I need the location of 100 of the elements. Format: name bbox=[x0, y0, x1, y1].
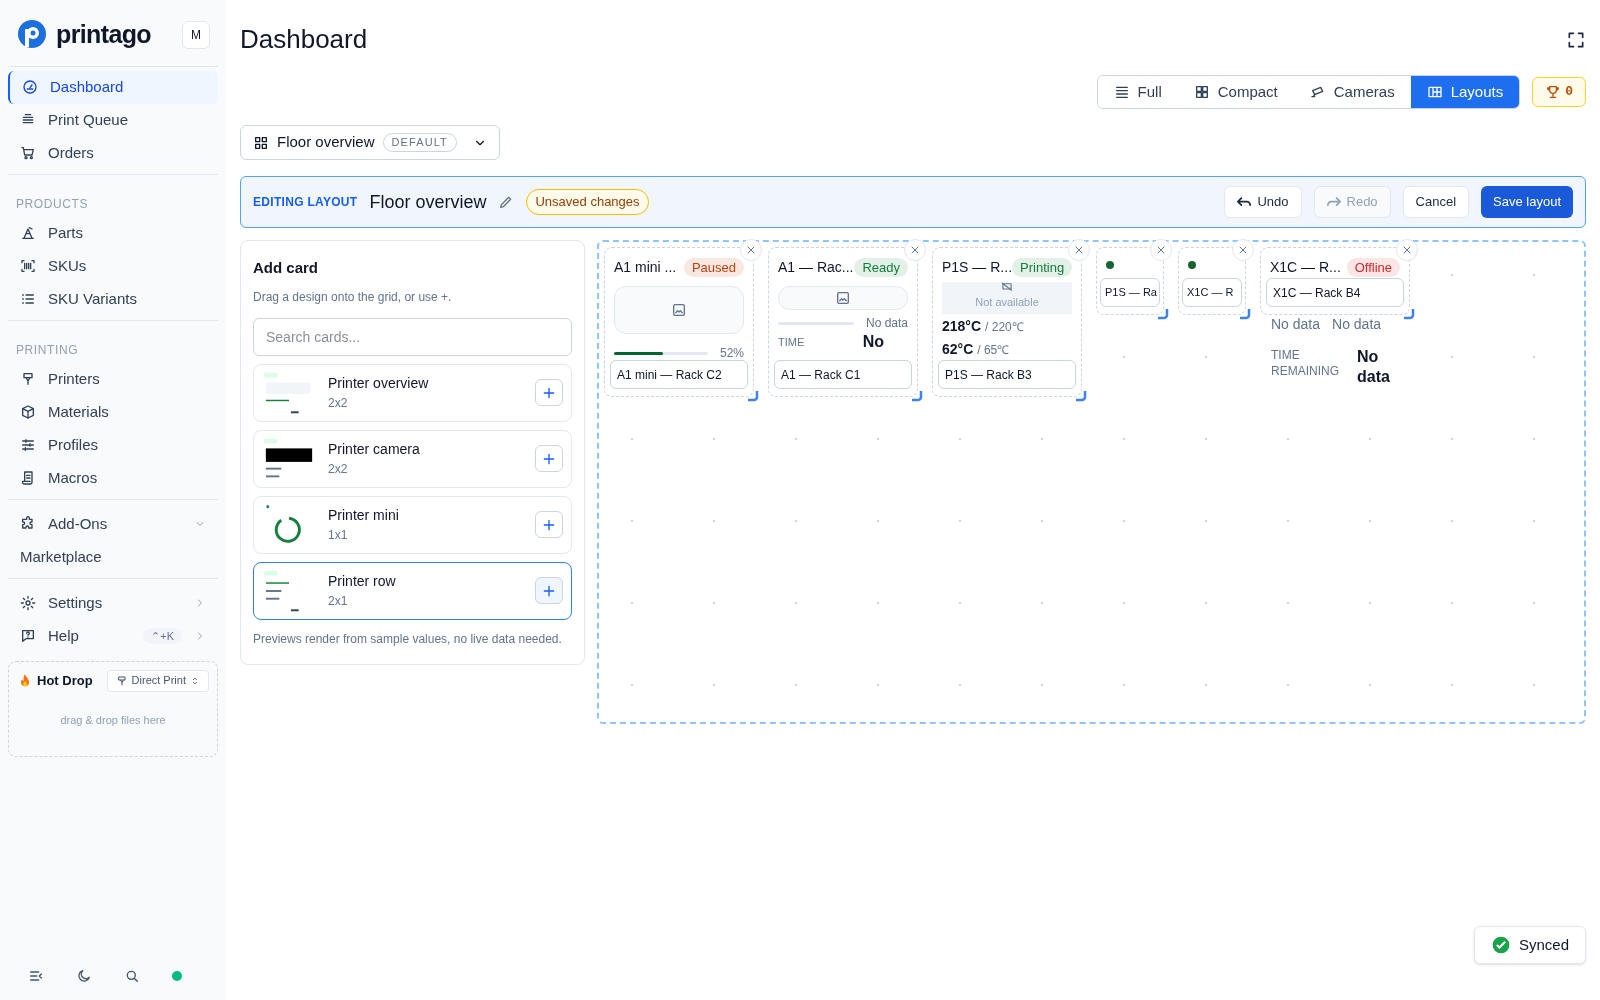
brand-name: printago bbox=[56, 19, 151, 50]
close-icon bbox=[745, 244, 757, 256]
save-button[interactable]: Save layout bbox=[1481, 186, 1573, 218]
status-badge: Printing bbox=[1012, 257, 1073, 278]
add-button[interactable] bbox=[535, 445, 563, 472]
close-icon bbox=[1237, 244, 1249, 256]
card-design[interactable]: Printer camera 2x2 bbox=[253, 429, 572, 488]
nav-item[interactable]: Add-Ons bbox=[8, 507, 218, 541]
grid-icon bbox=[1193, 84, 1210, 100]
undo-button[interactable]: Undo bbox=[1224, 186, 1302, 218]
trophy-icon bbox=[1545, 84, 1562, 100]
progress-reading: No data bbox=[865, 315, 908, 332]
nav-item[interactable]: Dashboard bbox=[8, 70, 218, 104]
cube-icon bbox=[20, 404, 36, 420]
nav-item[interactable]: Orders bbox=[8, 136, 218, 170]
layout-icon bbox=[1426, 84, 1443, 100]
avatar-button[interactable]: M bbox=[182, 20, 210, 49]
nav-item[interactable]: Marketplace bbox=[8, 540, 218, 574]
design-name: Printer camera bbox=[328, 440, 421, 459]
design-size: 2x1 bbox=[328, 593, 349, 610]
layout-card[interactable]: A1 mini ... Paused 52% A1 mini — Rack C2 bbox=[604, 247, 754, 397]
layout-card[interactable]: A1 — Rac... Ready No data TIME No A1 — Rack C1 bbox=[768, 247, 918, 397]
panel-title: Add card bbox=[253, 258, 319, 278]
card-name-field[interactable]: A1 — Rack C1 bbox=[774, 360, 912, 389]
progress-reading: 52% bbox=[719, 345, 744, 362]
layout-card[interactable]: X1C — R bbox=[1178, 247, 1246, 315]
camera-placeholder: Not available bbox=[942, 282, 1072, 314]
card-name-field[interactable]: X1C — Rack B4 bbox=[1266, 278, 1404, 307]
temperature-value: 62°C bbox=[942, 340, 974, 359]
layout-card[interactable]: P1S — Ra bbox=[1096, 247, 1164, 315]
card-design[interactable]: Printer row 2x1 bbox=[253, 561, 572, 620]
remove-button[interactable] bbox=[1068, 239, 1090, 261]
design-size: 2x2 bbox=[328, 461, 349, 478]
design-name: Printer row bbox=[328, 572, 397, 591]
nozzle-icon bbox=[20, 371, 36, 387]
mode-select[interactable]: Direct Print bbox=[106, 669, 209, 692]
nav-item[interactable]: Settings bbox=[8, 586, 218, 620]
card-name-field[interactable]: A1 mini — Rack C2 bbox=[610, 360, 748, 389]
remove-button[interactable] bbox=[1232, 239, 1254, 261]
gauge-icon bbox=[22, 79, 38, 95]
section-header: PRODUCTS bbox=[15, 195, 90, 213]
temperature-target: / 220℃ bbox=[985, 319, 1024, 336]
temperature-target: / 65℃ bbox=[977, 342, 1010, 359]
remove-button[interactable] bbox=[1150, 239, 1172, 261]
panel-footer: Previews render from sample values, no live data needed. bbox=[253, 629, 572, 648]
puzzle-icon bbox=[20, 516, 36, 532]
card-title: A1 mini ... bbox=[614, 258, 677, 277]
nav-item[interactable]: Parts bbox=[8, 216, 218, 250]
search-field[interactable]: Search cards... bbox=[253, 317, 572, 356]
card-name-field[interactable]: X1C — R bbox=[1182, 278, 1242, 307]
nav-item[interactable]: SKU Variants bbox=[8, 282, 218, 316]
nav-item[interactable]: Macros bbox=[8, 461, 218, 495]
time-value: No data bbox=[1357, 347, 1391, 387]
trophy-badge[interactable]: 0 bbox=[1532, 77, 1586, 107]
sliders-icon bbox=[20, 437, 36, 453]
image-icon bbox=[835, 290, 851, 306]
nav-item[interactable]: Help ⌃+K bbox=[8, 619, 218, 653]
nav-item[interactable]: Materials bbox=[8, 395, 218, 429]
card-name-field[interactable]: P1S — Rack B3 bbox=[938, 360, 1076, 389]
metric-value: No data bbox=[1332, 315, 1382, 334]
status-badge: Paused bbox=[683, 257, 744, 278]
add-button[interactable] bbox=[535, 577, 563, 604]
nav-item[interactable]: Profiles bbox=[8, 428, 218, 462]
hot-drop-title: Hot Drop bbox=[37, 671, 93, 690]
barcode-icon bbox=[20, 258, 36, 274]
resize-handle[interactable] bbox=[1157, 308, 1169, 320]
card-design[interactable]: Printer mini 1x1 bbox=[253, 495, 572, 554]
image-icon bbox=[671, 302, 687, 318]
resize-handle[interactable] bbox=[911, 390, 923, 402]
view-tab[interactable]: Layouts bbox=[1410, 76, 1520, 108]
remove-button[interactable] bbox=[1396, 239, 1418, 261]
undo-icon bbox=[1237, 197, 1252, 207]
metric-value: No data bbox=[1271, 315, 1321, 334]
nozzle-icon bbox=[115, 674, 128, 687]
remove-button[interactable] bbox=[904, 239, 926, 261]
shortcut-badge: ⌃+K bbox=[143, 627, 182, 645]
camera-icon bbox=[1309, 84, 1326, 100]
nav-item[interactable]: Printers bbox=[8, 362, 218, 396]
card-name-field[interactable]: P1S — Ra bbox=[1100, 278, 1160, 307]
resize-handle[interactable] bbox=[747, 390, 759, 402]
card-design[interactable]: Printer overview 2x2 bbox=[253, 363, 572, 422]
cancel-button[interactable]: Cancel bbox=[1402, 186, 1470, 218]
temperature-value: 218°C bbox=[942, 317, 982, 336]
layout-select[interactable]: Floor overview DEFAULT bbox=[240, 125, 500, 160]
status-badge: Offline bbox=[1346, 257, 1400, 278]
resize-handle[interactable] bbox=[1075, 390, 1087, 402]
drop-zone[interactable]: Hot Drop Direct Print drag & drop files here bbox=[8, 660, 218, 757]
add-button[interactable] bbox=[535, 379, 563, 406]
redo-icon bbox=[1326, 197, 1341, 207]
remove-button[interactable] bbox=[740, 239, 762, 261]
search-icon bbox=[124, 968, 140, 984]
nav-item[interactable]: Print Queue bbox=[8, 103, 218, 137]
layout-card[interactable]: P1S — R... Printing Not available 218°C / 220℃ 62°C / 65℃ P1S — Rack B3 bbox=[932, 247, 1082, 397]
close-icon bbox=[1401, 244, 1413, 256]
close-icon bbox=[909, 244, 921, 256]
resize-handle[interactable] bbox=[1239, 308, 1251, 320]
nav-item[interactable]: SKUs bbox=[8, 249, 218, 283]
add-button[interactable] bbox=[535, 511, 563, 538]
section-header: PRINTING bbox=[15, 341, 80, 359]
resize-handle[interactable] bbox=[1403, 308, 1415, 320]
